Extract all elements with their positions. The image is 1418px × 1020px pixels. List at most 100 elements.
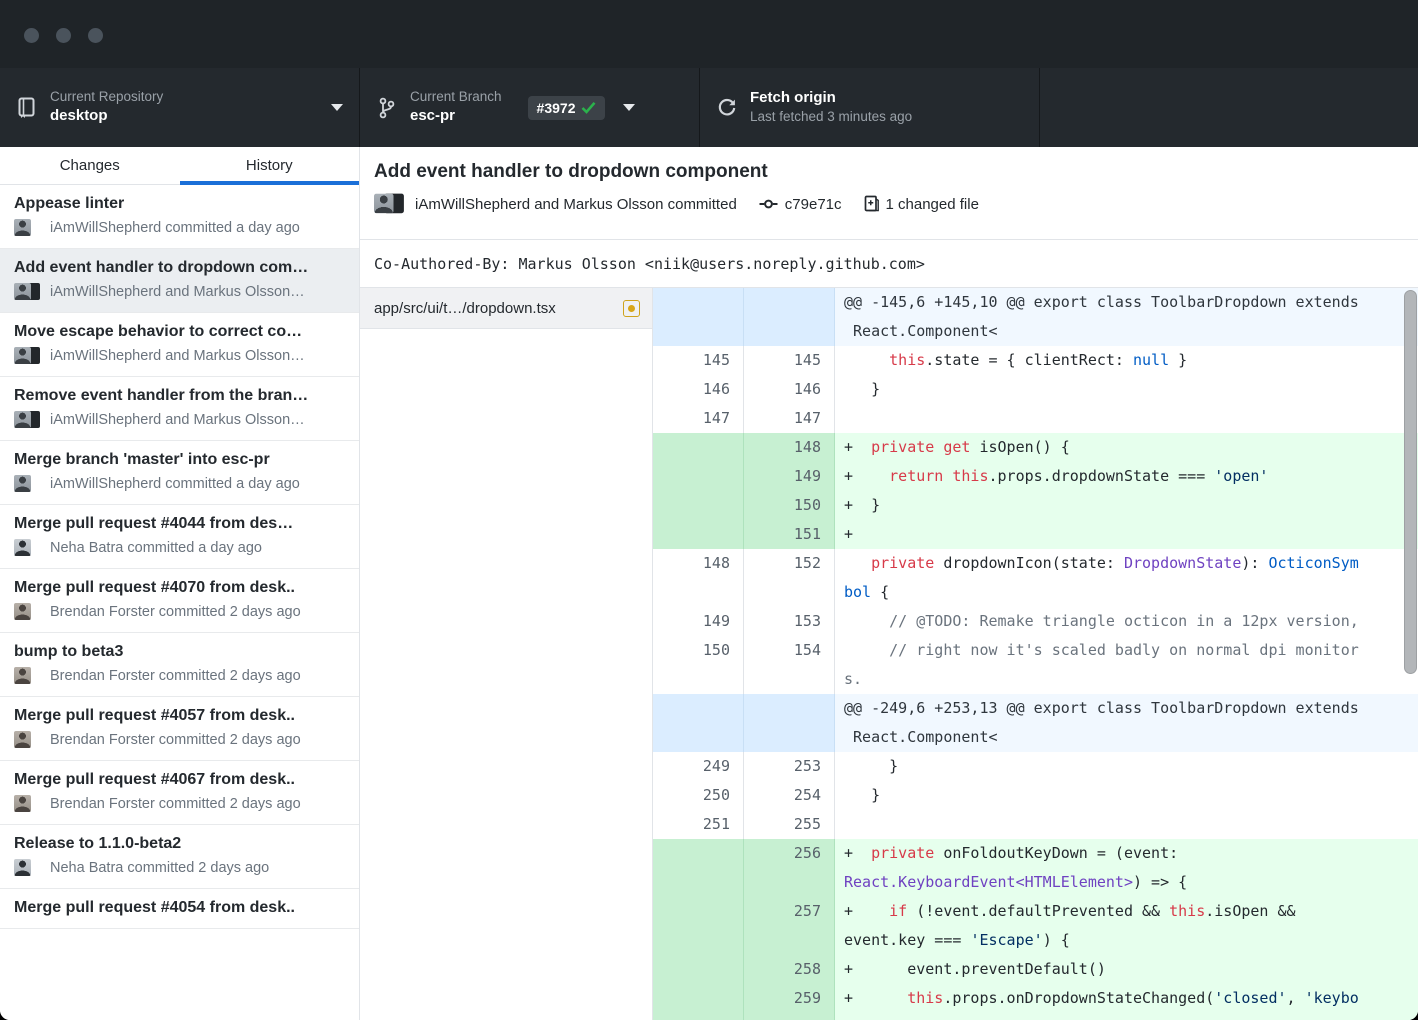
diff-row: 150+ } [653, 491, 1418, 520]
diff-row: 257+ if (!event.defaultPrevented && this… [653, 897, 1418, 955]
current-repository-button[interactable]: Current Repository desktop [0, 68, 360, 147]
new-line-number: 254 [744, 781, 835, 810]
author-avatar [14, 539, 41, 557]
file-row[interactable]: app/src/ui/t…/dropdown.tsx [360, 288, 652, 329]
diff-scrollbar-thumb[interactable] [1404, 290, 1417, 674]
commit-item-meta: Neha Batra committed 2 days ago [14, 859, 345, 877]
commit-list: Appease linter iAmWillShepherd committed… [0, 185, 359, 1020]
new-line-number: 151 [744, 520, 835, 549]
commit-item-title: Merge branch 'master' into esc-pr [14, 451, 345, 469]
new-line-number: 153 [744, 607, 835, 636]
commit-list-item[interactable]: Add event handler to dropdown com… iAmWi… [0, 249, 359, 313]
new-line-number: 147 [744, 404, 835, 433]
code-line: } [835, 752, 1418, 781]
old-line-number: 149 [653, 607, 744, 636]
pull-request-badge[interactable]: #3972 [528, 96, 606, 120]
code-line: + } [835, 491, 1418, 520]
new-line-number: 259 [744, 984, 835, 1020]
commit-item-meta: Brendan Forster committed 2 days ago [14, 603, 345, 621]
commit-item-meta: iAmWillShepherd and Markus Olsson… [14, 347, 345, 365]
app-window: Current Repository desktop Current Branc… [0, 0, 1418, 1020]
commit-item-meta: iAmWillShepherd committed a day ago [14, 219, 345, 237]
current-branch-button[interactable]: Current Branch esc-pr #3972 [360, 68, 700, 147]
commit-list-item[interactable]: bump to beta3 Brendan Forster committed … [0, 633, 359, 697]
commit-item-meta: iAmWillShepherd and Markus Olsson… [14, 283, 345, 301]
changed-file-icon [864, 195, 879, 213]
commit-item-title: Merge pull request #4067 from desk.. [14, 771, 345, 789]
code-line: // @TODO: Remake triangle octicon in a 1… [835, 607, 1418, 636]
diff-row: 147147 [653, 404, 1418, 433]
minimize-window-button[interactable] [56, 28, 71, 43]
commit-list-item[interactable]: Release to 1.1.0-beta2 Neha Batra commit… [0, 825, 359, 889]
current-repository-label: Current Repository [50, 89, 163, 106]
commit-sha[interactable]: c79e71c [785, 196, 842, 213]
code-line [835, 810, 1418, 839]
current-repository-value: desktop [50, 107, 163, 126]
code-line: @@ -249,6 +253,13 @@ export class Toolba… [835, 694, 1418, 752]
commit-list-item[interactable]: Move escape behavior to correct co… iAmW… [0, 313, 359, 377]
commit-item-title: Merge pull request #4070 from desk.. [14, 579, 345, 597]
old-line-number [653, 288, 744, 346]
sidebar-tabbar: Changes History [0, 147, 359, 185]
branch-icon [376, 97, 398, 119]
author-avatar [14, 347, 41, 365]
fetch-origin-button[interactable]: Fetch origin Last fetched 3 minutes ago [700, 68, 1040, 147]
old-line-number [653, 897, 744, 955]
old-line-number [653, 984, 744, 1020]
new-line-number: 257 [744, 897, 835, 955]
new-line-number: 255 [744, 810, 835, 839]
fetch-origin-subtitle: Last fetched 3 minutes ago [750, 109, 912, 126]
commit-item-title: bump to beta3 [14, 643, 345, 661]
commit-list-item[interactable]: Merge pull request #4070 from desk.. Bre… [0, 569, 359, 633]
zoom-window-button[interactable] [88, 28, 103, 43]
author-avatar [14, 475, 41, 493]
diff-row: 149+ return this.props.dropdownState ===… [653, 462, 1418, 491]
commit-list-item[interactable]: Appease linter iAmWillShepherd committed… [0, 185, 359, 249]
fetch-origin-label: Fetch origin [750, 89, 912, 108]
new-line-number: 149 [744, 462, 835, 491]
commit-list-item[interactable]: Merge pull request #4057 from desk.. Bre… [0, 697, 359, 761]
author-avatar [14, 283, 41, 301]
commit-description: Co-Authored-By: Markus Olsson <niik@user… [360, 240, 1418, 288]
current-branch-label: Current Branch [410, 89, 502, 106]
tab-changes[interactable]: Changes [0, 147, 180, 184]
commit-detail-panel: Add event handler to dropdown component … [360, 147, 1418, 1020]
diff-row: 150154 // right now it's scaled badly on… [653, 636, 1418, 694]
author-avatar [14, 667, 41, 685]
author-avatar [14, 411, 41, 429]
old-line-number [653, 839, 744, 897]
new-line-number [744, 694, 835, 752]
tab-history[interactable]: History [180, 147, 360, 184]
diff-row: 258+ event.preventDefault() [653, 955, 1418, 984]
old-line-number: 148 [653, 549, 744, 607]
code-line: + if (!event.defaultPrevented && this.is… [835, 897, 1418, 955]
commit-list-item[interactable]: Merge branch 'master' into esc-pr iAmWil… [0, 441, 359, 505]
old-line-number: 250 [653, 781, 744, 810]
code-line: } [835, 781, 1418, 810]
commit-item-meta: iAmWillShepherd committed a day ago [14, 475, 345, 493]
old-line-number [653, 955, 744, 984]
commit-list-item[interactable]: Merge pull request #4044 from des… Neha … [0, 505, 359, 569]
old-line-number [653, 520, 744, 549]
repository-icon [16, 97, 38, 119]
diff-row: 145145 this.state = { clientRect: null } [653, 346, 1418, 375]
modified-file-icon [623, 300, 640, 317]
changed-file-count: 1 changed file [886, 196, 979, 213]
commit-list-item[interactable]: Merge pull request #4067 from desk.. Bre… [0, 761, 359, 825]
old-line-number: 249 [653, 752, 744, 781]
repository-dropdown-caret-icon [331, 104, 343, 111]
old-line-number: 145 [653, 346, 744, 375]
old-line-number [653, 491, 744, 520]
old-line-number: 146 [653, 375, 744, 404]
new-line-number: 154 [744, 636, 835, 694]
commit-list-item[interactable]: Merge pull request #4054 from desk.. [0, 889, 359, 929]
code-line: @@ -145,6 +145,10 @@ export class Toolba… [835, 288, 1418, 346]
commit-detail-header: Add event handler to dropdown component … [360, 147, 1418, 240]
code-line: + return this.props.dropdownState === 'o… [835, 462, 1418, 491]
history-sidebar: Changes History Appease linter iAmWillSh… [0, 147, 360, 1020]
new-line-number: 152 [744, 549, 835, 607]
diff-row: 251255 [653, 810, 1418, 839]
diff-row: 250254 } [653, 781, 1418, 810]
commit-list-item[interactable]: Remove event handler from the bran… iAmW… [0, 377, 359, 441]
close-window-button[interactable] [24, 28, 39, 43]
